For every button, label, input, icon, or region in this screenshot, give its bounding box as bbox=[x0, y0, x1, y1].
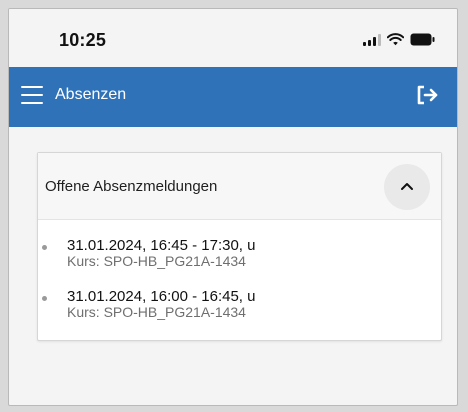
battery-icon bbox=[410, 33, 435, 46]
panel-header[interactable]: Offene Absenzmeldungen bbox=[38, 153, 441, 220]
app-bar: Absenzen bbox=[9, 67, 457, 127]
bullet-icon bbox=[42, 245, 47, 250]
absence-course: Kurs: SPO-HB_PG21A-1434 bbox=[67, 253, 246, 269]
absence-course: Kurs: SPO-HB_PG21A-1434 bbox=[67, 304, 246, 320]
hamburger-menu-icon[interactable] bbox=[21, 86, 43, 104]
absence-list-item[interactable]: 31.01.2024, 16:00 - 16:45, u Kurs: SPO-H… bbox=[38, 289, 441, 340]
collapse-button[interactable] bbox=[384, 164, 430, 210]
absence-title: 31.01.2024, 16:45 - 17:30, u bbox=[67, 237, 256, 254]
wifi-icon bbox=[387, 33, 404, 46]
signal-icon bbox=[363, 33, 381, 46]
bullet-icon bbox=[42, 296, 47, 301]
open-absence-panel: Offene Absenzmeldungen 31.01.2024, 16:45… bbox=[37, 152, 442, 341]
app-bar-title: Absenzen bbox=[55, 86, 127, 103]
status-icons bbox=[363, 33, 435, 46]
absence-list: 31.01.2024, 16:45 - 17:30, u Kurs: SPO-H… bbox=[38, 220, 441, 340]
absence-list-item[interactable]: 31.01.2024, 16:45 - 17:30, u Kurs: SPO-H… bbox=[38, 238, 441, 289]
absence-title: 31.01.2024, 16:00 - 16:45, u bbox=[67, 288, 256, 305]
status-bar: 10:25 bbox=[9, 9, 457, 67]
chevron-up-icon bbox=[401, 183, 413, 190]
logout-icon[interactable] bbox=[413, 81, 441, 109]
phone-screen: 10:25 Absenzen Offene Absenzmeldungen 31… bbox=[8, 8, 458, 406]
panel-title: Offene Absenzmeldungen bbox=[45, 178, 218, 195]
status-time: 10:25 bbox=[59, 30, 107, 50]
